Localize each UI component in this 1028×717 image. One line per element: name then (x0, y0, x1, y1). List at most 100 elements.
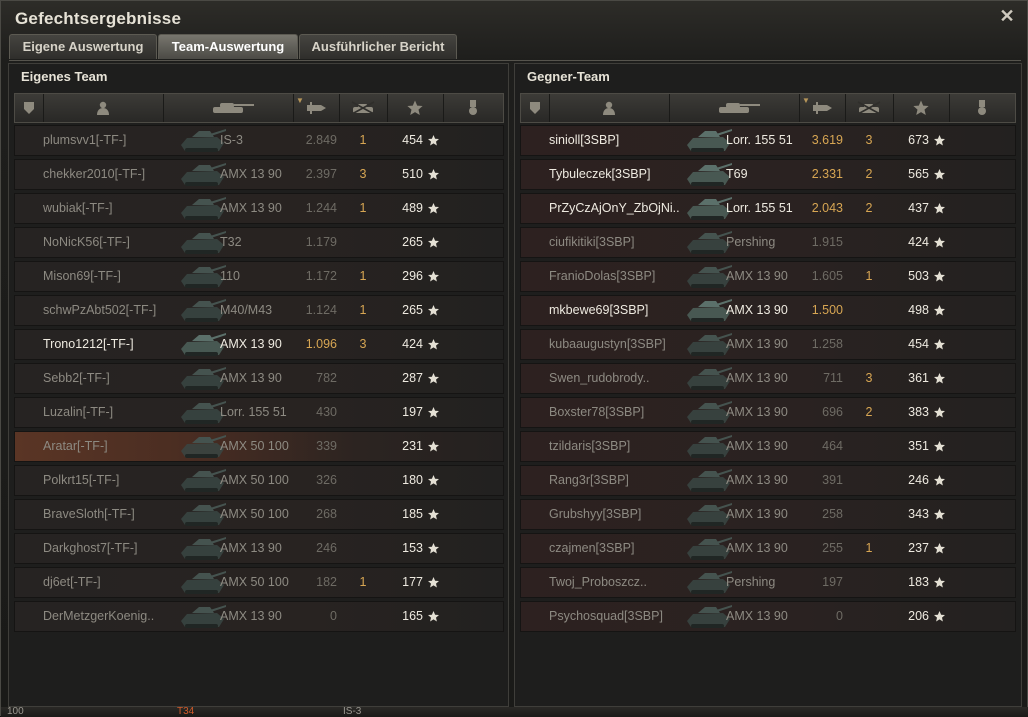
table-row[interactable]: mkbewe69[3SBP] AMX 13 90 1.500 498 (520, 295, 1016, 326)
kills-column-icon[interactable] (339, 94, 388, 122)
kills-value: 3 (865, 371, 873, 385)
table-row[interactable]: Rang3r[3SBP] AMX 13 90 391 246 (520, 465, 1016, 496)
table-row[interactable]: Darkghost7[-TF-] AMX 13 90 246 153 (14, 533, 504, 564)
table-row[interactable]: Tybuleczek[3SBP] T69 2.331 2 565 (520, 159, 1016, 190)
table-row[interactable]: Grubshyy[3SBP] AMX 13 90 258 343 (520, 499, 1016, 530)
player-name: Polkrt15[-TF-] (43, 473, 120, 487)
star-icon (933, 262, 946, 291)
damage-value: 326 (316, 473, 337, 487)
kills-value: 1 (359, 201, 367, 215)
star-icon (427, 160, 440, 189)
player-name: Swen_rudobrody.. (549, 371, 650, 385)
xp-column-icon[interactable] (893, 94, 950, 122)
damage-column-icon[interactable]: ▼ (293, 94, 340, 122)
xp-value: 206 (908, 609, 929, 623)
table-row[interactable]: dj6et[-TF-] AMX 50 100 182 1 177 (14, 567, 504, 598)
table-row[interactable]: kubaaugustyn[3SBP] AMX 13 90 1.258 454 (520, 329, 1016, 360)
own-team-panel: Eigenes Team ▼ plumsvv1[-TF-] IS-3 2.849… (8, 63, 509, 707)
tab-eigene-auswertung[interactable]: Eigene Auswertung (9, 34, 157, 59)
kills-column-icon[interactable] (845, 94, 894, 122)
star-icon (933, 432, 946, 461)
table-row[interactable]: sinioll[3SBP] Lorr. 155 51 3.619 3 673 (520, 125, 1016, 156)
star-icon (933, 398, 946, 427)
player-name: Twoj_Proboszcz.. (549, 575, 647, 589)
kills-value (864, 602, 874, 631)
xp-value: 343 (908, 507, 929, 521)
player-column-icon[interactable] (549, 94, 670, 122)
table-row[interactable]: Boxster78[3SBP] AMX 13 90 696 2 383 (520, 397, 1016, 428)
title-bar: Gefechtsergebnisse ✕ (1, 1, 1027, 33)
player-column-icon[interactable] (43, 94, 164, 122)
player-name: plumsvv1[-TF-] (43, 133, 127, 147)
player-name: PrZyCzAjOnY_ZbOjNi.. (549, 201, 680, 215)
xp-value: 237 (908, 541, 929, 555)
table-row[interactable]: Luzalin[-TF-] Lorr. 155 51 430 197 (14, 397, 504, 428)
table-row[interactable]: Swen_rudobrody.. AMX 13 90 711 3 361 (520, 363, 1016, 394)
damage-column-icon[interactable]: ▼ (799, 94, 846, 122)
star-icon (933, 364, 946, 393)
damage-value: 782 (316, 371, 337, 385)
table-row[interactable]: chekker2010[-TF-] AMX 13 90 2.397 3 510 (14, 159, 504, 190)
xp-value: 351 (908, 439, 929, 453)
table-row[interactable]: Aratar[-TF-] AMX 50 100 339 231 (14, 431, 504, 462)
star-icon (427, 432, 440, 461)
tab-ausfuehrlicher-bericht[interactable]: Ausführlicher Bericht (299, 34, 457, 59)
kills-value (358, 602, 368, 631)
damage-value: 2.043 (811, 201, 843, 215)
star-icon (933, 568, 946, 597)
tab-team-auswertung[interactable]: Team-Auswertung (158, 34, 298, 59)
player-name: mkbewe69[3SBP] (549, 303, 649, 317)
player-name: kubaaugustyn[3SBP] (549, 337, 666, 351)
star-icon (933, 194, 946, 223)
xp-value: 424 (402, 337, 423, 351)
star-icon (933, 126, 946, 155)
kills-value (864, 296, 874, 325)
vehicle-column-icon[interactable] (163, 94, 294, 122)
table-row[interactable]: Psychosquad[3SBP] AMX 13 90 0 206 (520, 601, 1016, 632)
player-name: Rang3r[3SBP] (549, 473, 629, 487)
table-row[interactable]: ciufikitiki[3SBP] Pershing 1.915 424 (520, 227, 1016, 258)
player-name: BraveSloth[-TF-] (43, 507, 135, 521)
xp-column-icon[interactable] (387, 94, 444, 122)
table-row[interactable]: Polkrt15[-TF-] AMX 50 100 326 180 (14, 465, 504, 496)
table-row[interactable]: tzildaris[3SBP] AMX 13 90 464 351 (520, 431, 1016, 462)
table-row[interactable]: Trono1212[-TF-] AMX 13 90 1.096 3 424 (14, 329, 504, 360)
table-row[interactable]: PrZyCzAjOnY_ZbOjNi.. Lorr. 155 51 2.043 2 43… (520, 193, 1016, 224)
table-row[interactable]: Mison69[-TF-] 110 1.172 1 296 (14, 261, 504, 292)
damage-value: 1.258 (811, 337, 843, 351)
xp-value: 424 (908, 235, 929, 249)
squad-column-icon[interactable] (15, 94, 44, 122)
kills-value (358, 228, 368, 257)
table-row[interactable]: wubiak[-TF-] AMX 13 90 1.244 1 489 (14, 193, 504, 224)
battle-results-window: Gefechtsergebnisse ✕ Eigene Auswertung T… (0, 0, 1028, 717)
sort-indicator-icon: ▼ (296, 96, 304, 105)
close-icon[interactable]: ✕ (999, 7, 1015, 25)
star-icon (933, 466, 946, 495)
table-row[interactable]: czajmen[3SBP] AMX 13 90 255 1 237 (520, 533, 1016, 564)
player-name: Grubshyy[3SBP] (549, 507, 642, 521)
player-name: czajmen[3SBP] (549, 541, 635, 555)
star-icon (933, 500, 946, 529)
enemy-team-header: ▼ (520, 93, 1016, 123)
squad-column-icon[interactable] (521, 94, 550, 122)
star-icon (427, 568, 440, 597)
table-row[interactable]: NoNicK56[-TF-] T32 1.179 265 (14, 227, 504, 258)
kills-value: 1 (359, 133, 367, 147)
player-name: Tybuleczek[3SBP] (549, 167, 651, 181)
xp-value: 287 (402, 371, 423, 385)
vehicle-column-icon[interactable] (669, 94, 800, 122)
table-row[interactable]: DerMetzgerKoenig.. AMX 13 90 0 165 (14, 601, 504, 632)
table-row[interactable]: BraveSloth[-TF-] AMX 50 100 268 185 (14, 499, 504, 530)
medal-column-icon[interactable] (949, 94, 1015, 122)
table-row[interactable]: schwPzAbt502[-TF-] M40/M43 1.124 1 265 (14, 295, 504, 326)
table-row[interactable]: Twoj_Proboszcz.. Pershing 197 183 (520, 567, 1016, 598)
bottom-strip-text: T34 (177, 706, 195, 717)
damage-value: 339 (316, 439, 337, 453)
table-row[interactable]: FranioDolas[3SBP] AMX 13 90 1.605 1 503 (520, 261, 1016, 292)
damage-value: 2.849 (305, 133, 337, 147)
star-icon (933, 296, 946, 325)
medal-column-icon[interactable] (443, 94, 503, 122)
table-row[interactable]: Sebb2[-TF-] AMX 13 90 782 287 (14, 363, 504, 394)
damage-value: 3.619 (811, 133, 843, 147)
table-row[interactable]: plumsvv1[-TF-] IS-3 2.849 1 454 (14, 125, 504, 156)
